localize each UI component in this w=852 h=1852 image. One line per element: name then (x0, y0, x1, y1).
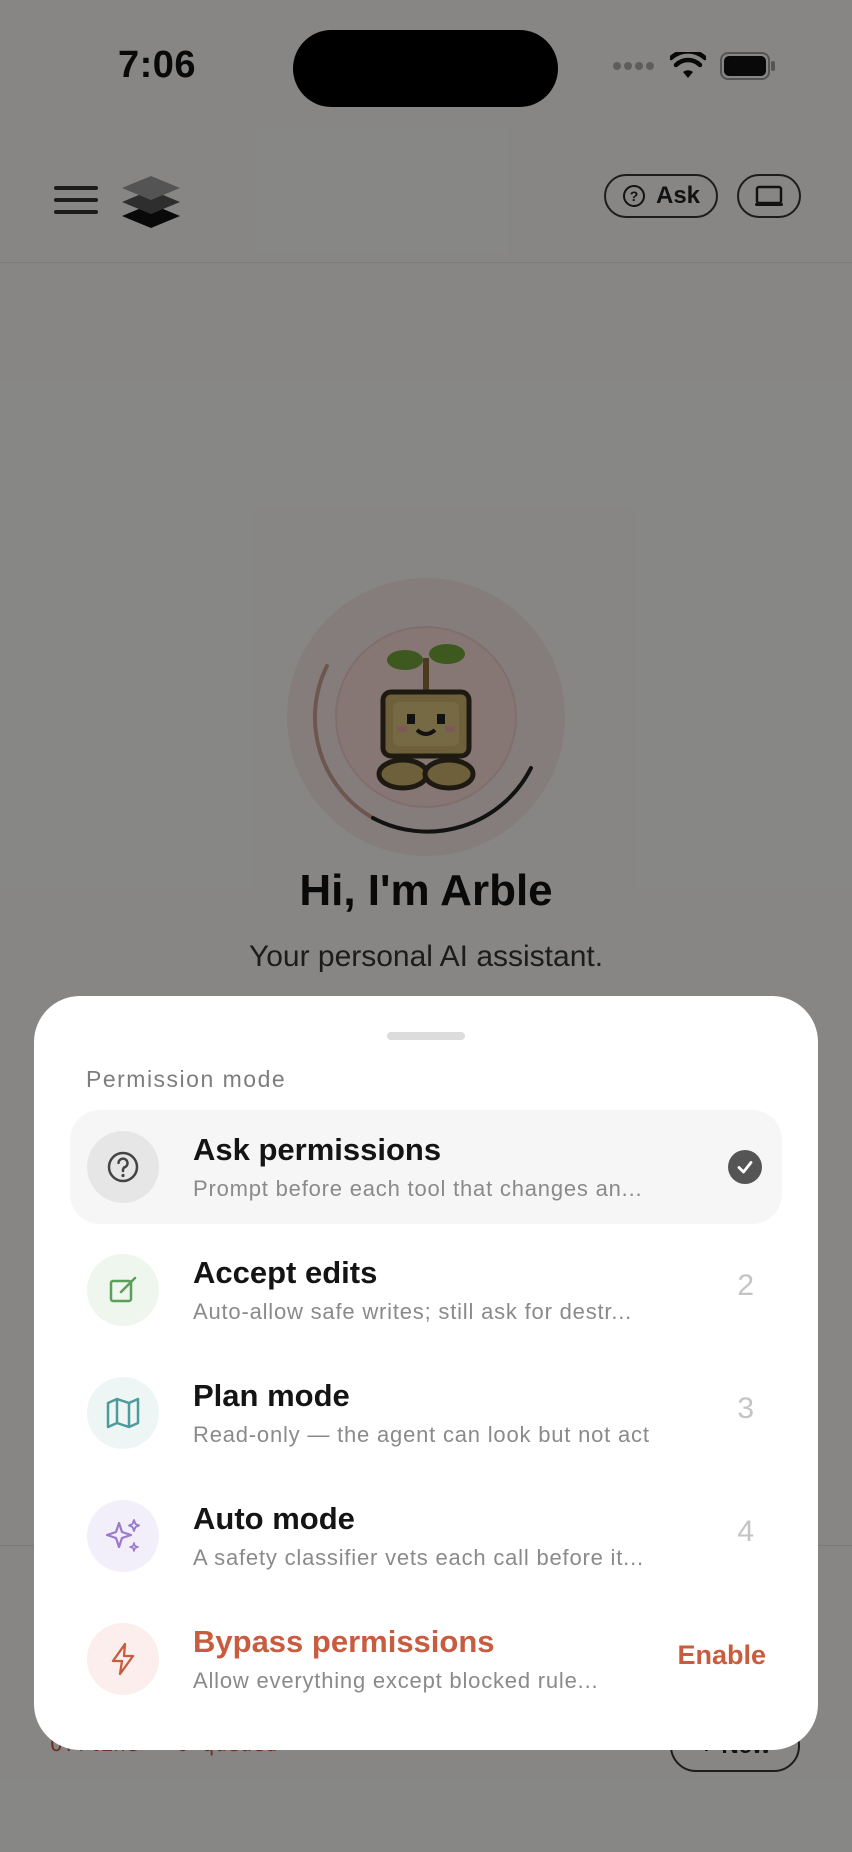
option-description: A safety classifier vets each call befor… (193, 1545, 644, 1570)
option-ask-permissions[interactable]: Ask permissions Prompt before each tool … (70, 1110, 782, 1224)
option-accept-edits[interactable]: Accept edits Auto-allow safe writes; sti… (70, 1233, 782, 1347)
shortcut-number: 4 (737, 1515, 754, 1548)
enable-bypass-button[interactable]: Enable (677, 1640, 766, 1671)
edit-icon (87, 1254, 159, 1326)
sheet-grabber[interactable] (387, 1032, 465, 1040)
permission-mode-sheet: Permission mode Ask permissions Prompt b… (34, 996, 818, 1750)
checkmark-icon (728, 1150, 762, 1184)
shortcut-number: 2 (737, 1269, 754, 1302)
option-plan-mode[interactable]: Plan mode Read-only — the agent can look… (70, 1356, 782, 1470)
question-circle-icon (87, 1131, 159, 1203)
lightning-icon (87, 1623, 159, 1695)
option-title: Bypass permissions (193, 1624, 495, 1659)
option-title: Ask permissions (193, 1132, 442, 1167)
option-description: Allow everything except blocked rule... (193, 1668, 599, 1693)
option-auto-mode[interactable]: Auto mode A safety classifier vets each … (70, 1479, 782, 1593)
shortcut-number: 3 (737, 1392, 754, 1425)
sheet-title: Permission mode (86, 1066, 287, 1092)
option-description: Auto-allow safe writes; still ask for de… (193, 1299, 633, 1324)
option-title: Plan mode (193, 1378, 350, 1413)
sparkles-icon (87, 1500, 159, 1572)
option-bypass-permissions[interactable]: Bypass permissions Allow everything exce… (70, 1602, 782, 1716)
map-icon (87, 1377, 159, 1449)
option-description: Read-only — the agent can look but not a… (193, 1422, 650, 1447)
option-title: Accept edits (193, 1255, 378, 1290)
option-description: Prompt before each tool that changes an.… (193, 1176, 643, 1201)
option-title: Auto mode (193, 1501, 355, 1536)
